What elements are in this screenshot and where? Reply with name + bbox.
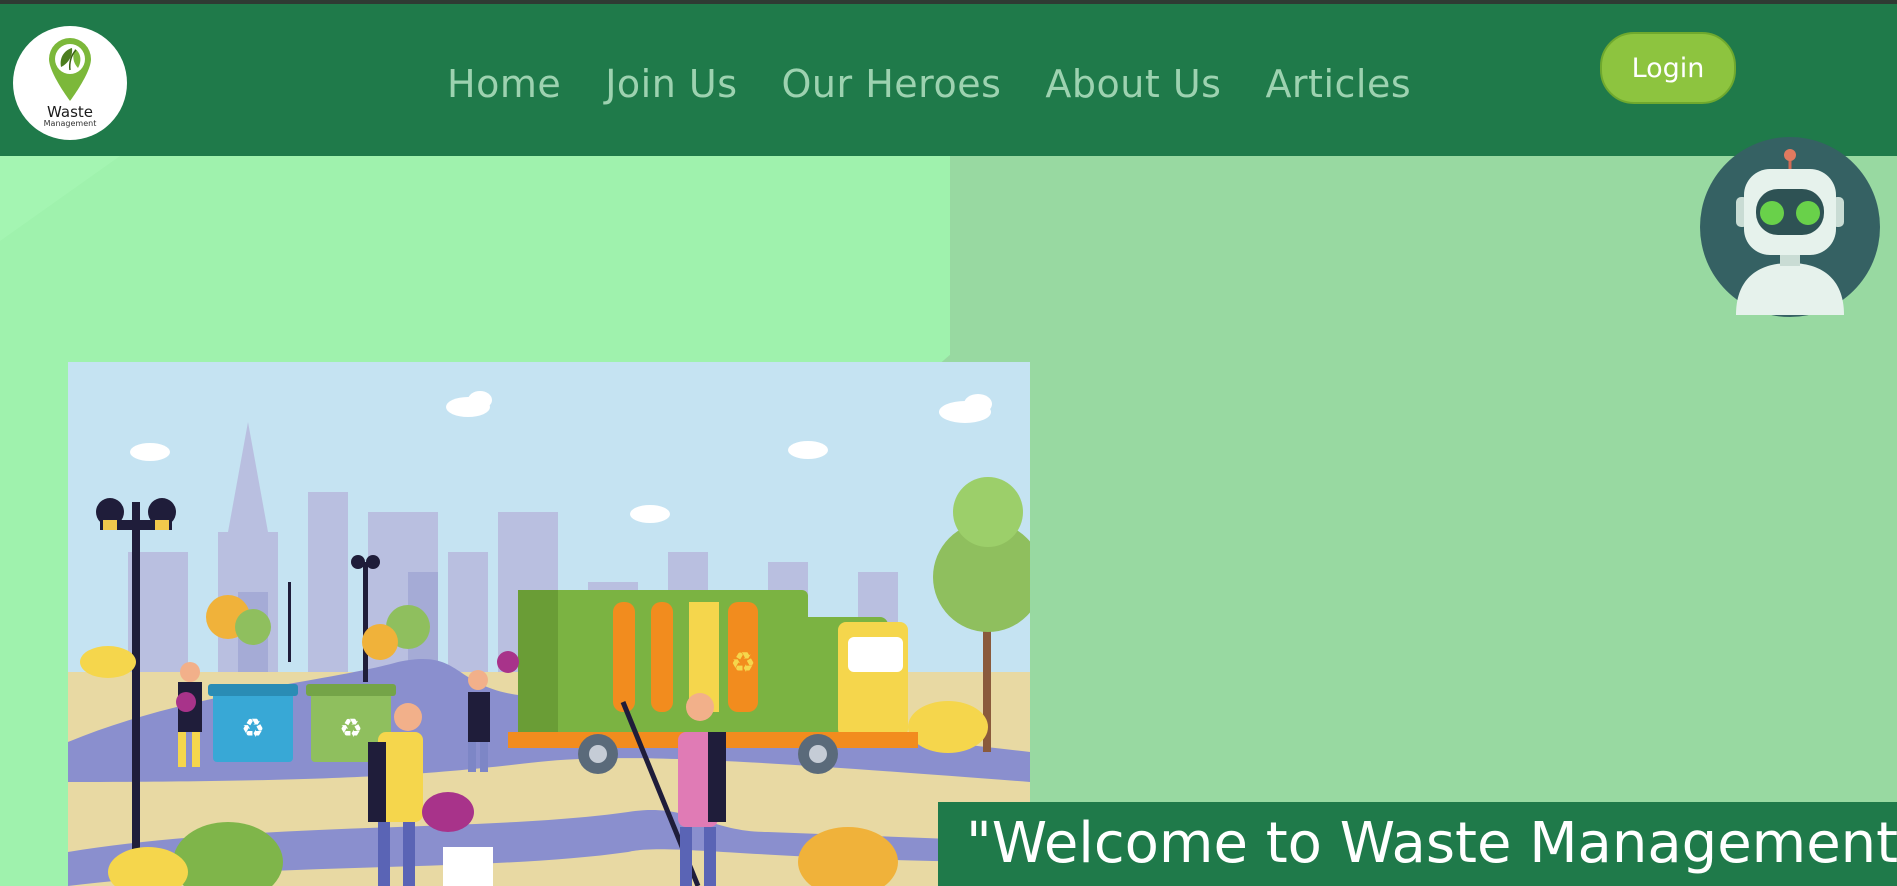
nav-link-home[interactable]: Home xyxy=(447,62,561,106)
nav-link-articles[interactable]: Articles xyxy=(1265,62,1411,106)
welcome-banner: "Welcome to Waste Management xyxy=(938,802,1897,886)
svg-text:♻: ♻ xyxy=(339,714,362,744)
navbar: Waste Management Home Join Us Our Heroes… xyxy=(0,4,1897,156)
svg-text:♻: ♻ xyxy=(241,714,264,744)
svg-text:♻: ♻ xyxy=(730,646,755,679)
nav-link-our-heroes[interactable]: Our Heroes xyxy=(782,62,1002,106)
logo[interactable]: Waste Management xyxy=(13,26,127,140)
nav-link-about-us[interactable]: About Us xyxy=(1045,62,1221,106)
chatbot-button[interactable] xyxy=(1700,137,1880,317)
nav-link-join-us[interactable]: Join Us xyxy=(605,62,737,106)
leaf-pin-icon xyxy=(49,38,91,102)
hero-illustration: ♻ ♻ ♻ xyxy=(68,362,1030,886)
login-button[interactable]: Login xyxy=(1600,32,1736,104)
main-nav: Home Join Us Our Heroes About Us Article… xyxy=(447,57,1411,111)
logo-text: Waste xyxy=(47,103,93,122)
logo-subtext: Management xyxy=(43,119,97,129)
robot-icon xyxy=(1736,149,1844,315)
welcome-text: "Welcome to Waste Management xyxy=(966,811,1897,876)
